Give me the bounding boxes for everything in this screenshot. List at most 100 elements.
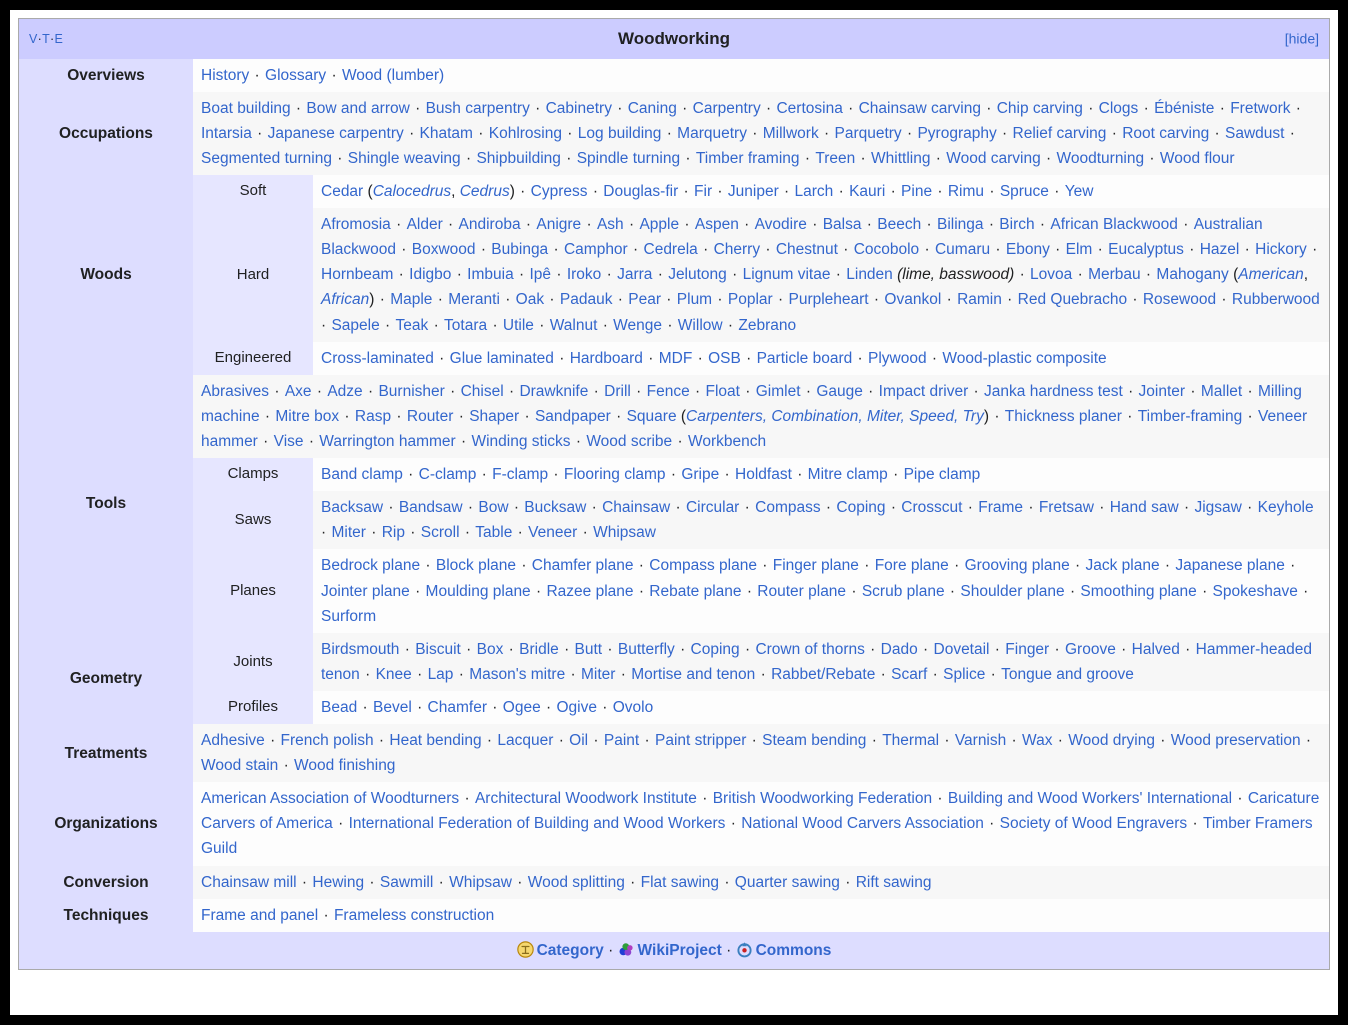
navbox-link[interactable]: Ebony: [1006, 241, 1050, 258]
navbox-link[interactable]: Rip: [382, 524, 405, 541]
navbox-link[interactable]: Janka hardness test: [984, 383, 1123, 400]
navbox-link[interactable]: Varnish: [955, 732, 1006, 749]
navbox-link[interactable]: Mitre box: [275, 408, 339, 425]
navbox-link[interactable]: Square: [627, 408, 681, 425]
navbox-link[interactable]: Shoulder plane: [960, 583, 1064, 600]
navbox-link[interactable]: Japanese carpentry: [268, 125, 404, 142]
navbox-link[interactable]: Log building: [578, 125, 662, 142]
navbox-link[interactable]: Rubberwood: [1232, 291, 1320, 308]
navbox-link[interactable]: Avodire: [755, 216, 807, 233]
navbox-link[interactable]: Dovetail: [934, 641, 990, 658]
navbox-link[interactable]: Axe: [285, 383, 312, 400]
navbox-link[interactable]: Wood (lumber): [342, 67, 444, 84]
navbox-link[interactable]: Particle board: [757, 350, 853, 367]
navbox-link[interactable]: Razee plane: [546, 583, 633, 600]
navbox-link[interactable]: French polish: [281, 732, 374, 749]
navbox-link[interactable]: Ébéniste: [1154, 100, 1214, 117]
navbox-link[interactable]: Walnut: [550, 317, 598, 334]
navbox-link[interactable]: Whipsaw: [449, 874, 512, 891]
navbox-link[interactable]: Winding sticks: [471, 433, 570, 450]
navbox-link[interactable]: Caning: [628, 100, 677, 117]
navbox-link[interactable]: Miter: [331, 524, 365, 541]
navbox-link[interactable]: Flat sawing: [641, 874, 719, 891]
navbox-link[interactable]: Glossary: [265, 67, 326, 84]
navbox-link[interactable]: Dado: [881, 641, 918, 658]
navbox-link[interactable]: Merbau: [1088, 266, 1141, 283]
navbox-link[interactable]: Mahogany: [1156, 266, 1233, 283]
navbox-link[interactable]: Wood drying: [1068, 732, 1155, 749]
navbox-link[interactable]: Cabinetry: [546, 100, 612, 117]
navbox-link[interactable]: Hickory: [1255, 241, 1307, 258]
navbox-link[interactable]: Fretsaw: [1039, 499, 1094, 516]
navbox-link[interactable]: Lignum vitae: [743, 266, 831, 283]
view-link[interactable]: V: [29, 32, 38, 46]
navbox-link[interactable]: Mallet: [1201, 383, 1242, 400]
navbox-link[interactable]: Tongue and groove: [1001, 666, 1134, 683]
navbox-link[interactable]: Impact driver: [879, 383, 969, 400]
navbox-link[interactable]: Pear: [628, 291, 661, 308]
navbox-link[interactable]: Cross-laminated: [321, 350, 434, 367]
navbox-link[interactable]: Ogee: [503, 699, 541, 716]
navbox-link[interactable]: Architectural Woodwork Institute: [475, 790, 697, 807]
navbox-link[interactable]: Moulding plane: [426, 583, 531, 600]
navbox-link[interactable]: Timber-framing: [1138, 408, 1243, 425]
navbox-link[interactable]: Cocobolo: [854, 241, 920, 258]
navbox-link[interactable]: Rosewood: [1143, 291, 1216, 308]
navbox-link[interactable]: Hazel: [1200, 241, 1240, 258]
navbox-link[interactable]: Andiroba: [459, 216, 521, 233]
navbox-link[interactable]: Idigbo: [409, 266, 451, 283]
navbox-link[interactable]: Root carving: [1122, 125, 1209, 142]
navbox-sublink[interactable]: Carpenters, Combination, Miter, Speed, T…: [686, 408, 984, 425]
navbox-link[interactable]: Wood splitting: [528, 874, 625, 891]
navbox-link[interactable]: Bubinga: [491, 241, 548, 258]
navbox-link[interactable]: Treen: [815, 150, 855, 167]
navbox-link[interactable]: Totara: [444, 317, 487, 334]
navbox-link[interactable]: Box: [477, 641, 504, 658]
navbox-link[interactable]: Bedrock plane: [321, 557, 420, 574]
navbox-link[interactable]: Khatam: [420, 125, 473, 142]
navbox-link[interactable]: Chip carving: [997, 100, 1083, 117]
navbox-link[interactable]: Bevel: [373, 699, 412, 716]
navbox-link[interactable]: Holdfast: [735, 466, 792, 483]
navbox-link[interactable]: Willow: [678, 317, 723, 334]
navbox-link[interactable]: Larch: [795, 183, 834, 200]
below-link-category[interactable]: Category: [537, 942, 604, 959]
below-link-commons[interactable]: Commons: [756, 942, 832, 959]
navbox-link[interactable]: Rabbet/Rebate: [771, 666, 875, 683]
navbox-link[interactable]: Ipê: [529, 266, 551, 283]
navbox-link[interactable]: Certosina: [776, 100, 842, 117]
navbox-link[interactable]: International Federation of Building and…: [349, 815, 726, 832]
navbox-link[interactable]: British Woodworking Federation: [713, 790, 932, 807]
navbox-link[interactable]: Splice: [943, 666, 985, 683]
navbox-link[interactable]: Imbuia: [467, 266, 514, 283]
navbox-link[interactable]: Elm: [1066, 241, 1093, 258]
navbox-link[interactable]: MDF: [659, 350, 693, 367]
navbox-link[interactable]: Sandpaper: [535, 408, 611, 425]
navbox-link[interactable]: Table: [475, 524, 512, 541]
navbox-link[interactable]: Clogs: [1099, 100, 1139, 117]
navbox-link[interactable]: Bow and arrow: [306, 100, 409, 117]
navbox-link[interactable]: Circular: [686, 499, 739, 516]
navbox-link[interactable]: Parquetry: [834, 125, 901, 142]
navbox-link[interactable]: Lap: [428, 666, 454, 683]
navbox-link[interactable]: Steam bending: [762, 732, 866, 749]
navbox-link[interactable]: National Wood Carvers Association: [741, 815, 984, 832]
navbox-link[interactable]: Butterfly: [618, 641, 675, 658]
talk-link[interactable]: T: [42, 32, 50, 46]
navbox-link[interactable]: Drawknife: [519, 383, 588, 400]
navbox-link[interactable]: F-clamp: [492, 466, 548, 483]
navbox-link[interactable]: Iroko: [567, 266, 601, 283]
navbox-link[interactable]: Mortise and tenon: [631, 666, 755, 683]
navbox-link[interactable]: Spruce: [1000, 183, 1049, 200]
navbox-link[interactable]: Shaper: [469, 408, 519, 425]
navbox-link[interactable]: Chamfer plane: [532, 557, 634, 574]
navbox-link[interactable]: Jigsaw: [1194, 499, 1241, 516]
edit-link[interactable]: E: [55, 32, 64, 46]
navbox-link[interactable]: Oil: [569, 732, 588, 749]
navbox-link[interactable]: Yew: [1065, 183, 1094, 200]
hide-link[interactable]: [hide]: [1285, 30, 1319, 46]
navbox-sublink[interactable]: African: [321, 291, 369, 308]
navbox-link[interactable]: Frame: [978, 499, 1023, 516]
navbox-link[interactable]: Padauk: [560, 291, 613, 308]
navbox-link[interactable]: Surform: [321, 608, 376, 625]
